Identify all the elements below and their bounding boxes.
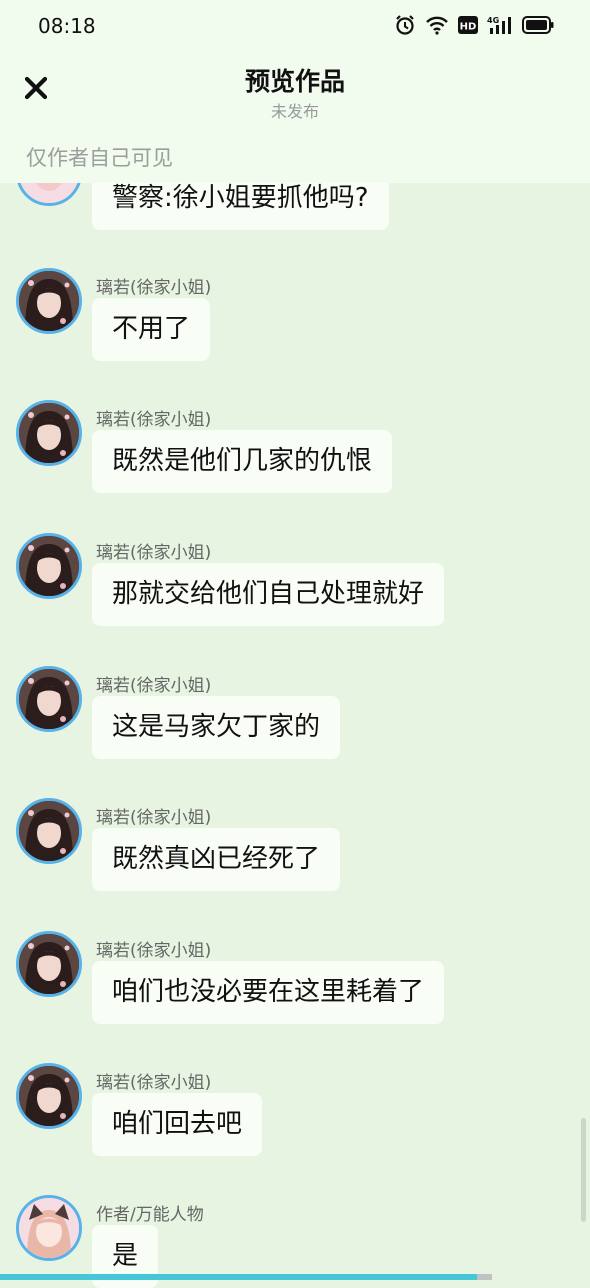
- chat-list[interactable]: 警察:徐小姐要抓他吗? 璃若(徐家小姐) 不用了 璃若(徐家小姐) 既然是他们几…: [0, 0, 590, 1288]
- alarm-icon: [394, 14, 416, 36]
- avatar[interactable]: [16, 1063, 82, 1129]
- top-bar: 预览作品 未发布 仅作者自己可见: [0, 52, 590, 183]
- sender-name: 璃若(徐家小姐): [96, 676, 212, 696]
- message-bubble: 既然是他们几家的仇恨: [92, 430, 393, 493]
- cellular-signal-icon: 4G: [487, 15, 513, 35]
- message-bubble: 咱们也没必要在这里耗着了: [92, 961, 445, 1024]
- avatar[interactable]: [16, 533, 82, 599]
- message-bubble: 那就交给他们自己处理就好: [92, 563, 445, 626]
- sender-name: 璃若(徐家小姐): [96, 543, 212, 563]
- avatar[interactable]: [16, 1195, 82, 1261]
- playback-progress-fill: [0, 1274, 477, 1280]
- sender-name: 璃若(徐家小姐): [96, 410, 212, 430]
- svg-text:4G: 4G: [487, 16, 499, 25]
- avatar[interactable]: [16, 268, 82, 334]
- status-icons: HD 4G: [394, 14, 554, 36]
- battery-icon: [522, 16, 554, 34]
- avatar[interactable]: [16, 400, 82, 466]
- publish-status: 未发布: [270, 102, 319, 121]
- avatar[interactable]: [16, 798, 82, 864]
- avatar[interactable]: [16, 666, 82, 732]
- scrollbar[interactable]: [581, 1118, 586, 1222]
- sender-name: 璃若(徐家小姐): [96, 1073, 212, 1093]
- sender-name: 璃若(徐家小姐): [96, 278, 212, 298]
- avatar[interactable]: [16, 931, 82, 997]
- message-bubble: 不用了: [92, 298, 211, 361]
- wifi-icon: [425, 15, 449, 35]
- visibility-note: 仅作者自己可见: [26, 146, 173, 170]
- status-time: 08:18: [38, 14, 96, 38]
- message-bubble: 既然真凶已经死了: [92, 828, 341, 891]
- hd-icon: HD: [458, 15, 478, 35]
- message-bubble: 这是马家欠丁家的: [92, 696, 341, 759]
- sender-name: 作者/万能人物: [96, 1205, 204, 1225]
- page-title: 预览作品: [244, 67, 345, 96]
- sender-name: 璃若(徐家小姐): [96, 941, 212, 961]
- svg-text:HD: HD: [460, 22, 477, 33]
- sender-name: 璃若(徐家小姐): [96, 808, 212, 828]
- message-bubble: 咱们回去吧: [92, 1093, 263, 1156]
- status-bar: 08:18 HD 4G: [0, 0, 590, 52]
